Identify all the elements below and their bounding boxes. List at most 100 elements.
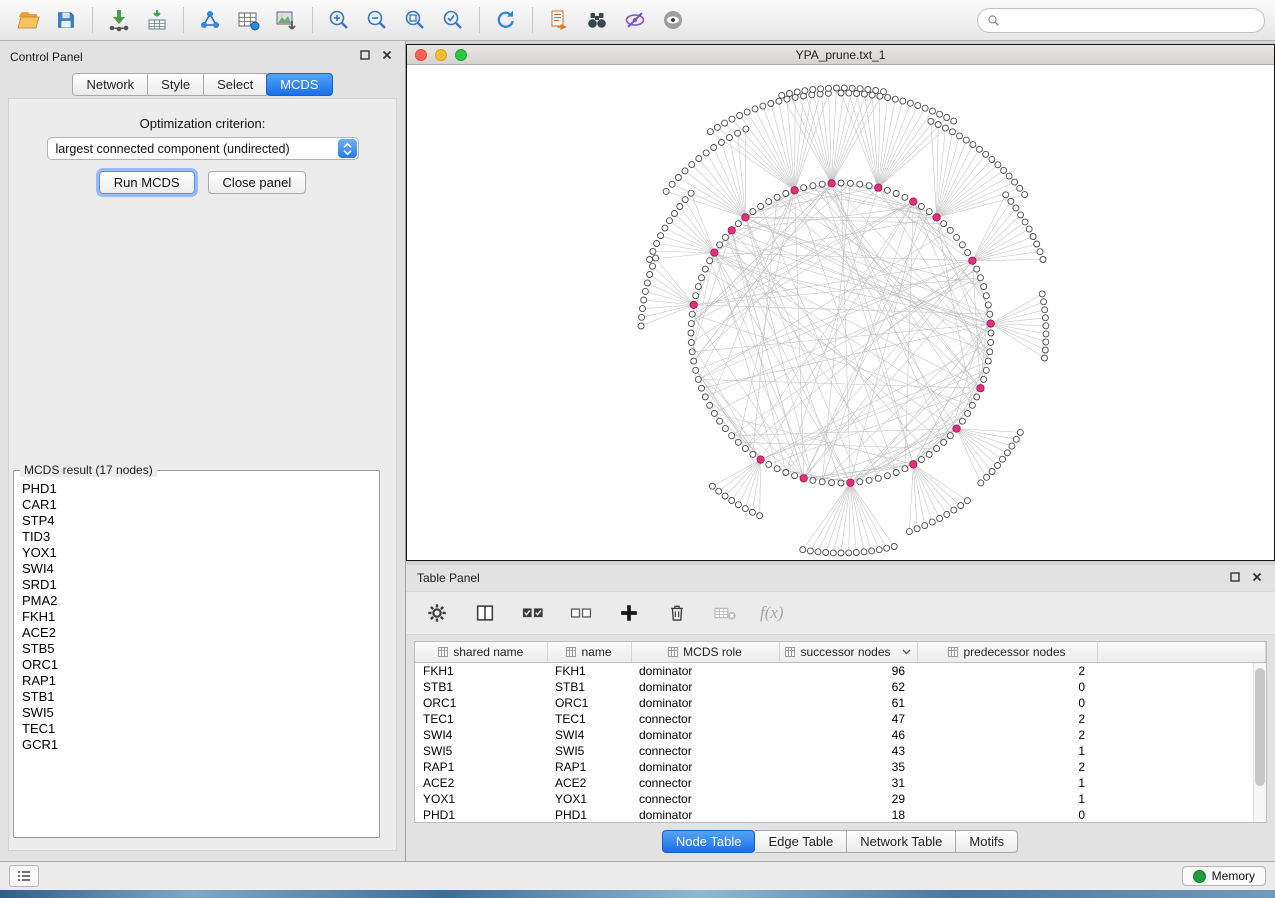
memory-label: Memory xyxy=(1212,869,1255,883)
column-header-successor-nodes[interactable]: successor nodes xyxy=(779,642,917,663)
mcds-result-item[interactable]: CAR1 xyxy=(22,497,371,513)
network-canvas[interactable] xyxy=(407,65,1274,560)
table-row[interactable]: TEC1TEC1connector472 xyxy=(415,711,1266,727)
save-icon xyxy=(55,9,77,31)
close-panel-icon[interactable] xyxy=(381,49,393,61)
minimize-window-icon[interactable] xyxy=(435,49,447,61)
memory-button[interactable]: Memory xyxy=(1182,866,1266,886)
tab-style[interactable]: Style xyxy=(148,73,204,96)
share-document-button[interactable] xyxy=(541,4,577,36)
window-traffic-lights xyxy=(415,45,467,64)
mcds-result-item[interactable]: PHD1 xyxy=(22,481,371,497)
table-row[interactable]: YOX1YOX1connector291 xyxy=(415,791,1266,807)
close-window-icon[interactable] xyxy=(415,49,427,61)
mcds-result-item[interactable]: GCR1 xyxy=(22,737,371,753)
mcds-result-item[interactable]: ORC1 xyxy=(22,657,371,673)
table-header-row: shared namenameMCDS rolesuccessor nodesp… xyxy=(415,642,1266,663)
table-toolbar: f(x) xyxy=(406,591,1275,635)
deselect-all-button[interactable] xyxy=(568,600,594,626)
close-panel-icon[interactable] xyxy=(1251,571,1263,583)
mcds-result-item[interactable]: SRD1 xyxy=(22,577,371,593)
table-row[interactable]: ACE2ACE2connector311 xyxy=(415,775,1266,791)
hide-annotations-button[interactable] xyxy=(617,4,653,36)
mcds-result-list[interactable]: PHD1CAR1STP4TID3YOX1SWI4SRD1PMA2FKH1ACE2… xyxy=(16,479,377,835)
mcds-result-item[interactable]: RAP1 xyxy=(22,673,371,689)
tab-select[interactable]: Select xyxy=(204,73,267,96)
mcds-result-title: MCDS result (17 nodes) xyxy=(20,463,157,477)
optimization-criterion-select[interactable]: largest connected component (undirected) xyxy=(47,137,359,160)
float-panel-icon[interactable] xyxy=(359,49,371,61)
column-grid-icon xyxy=(948,647,958,657)
tab-edge-table[interactable]: Edge Table xyxy=(755,830,847,853)
mcds-result-item[interactable]: PMA2 xyxy=(22,593,371,609)
table-row[interactable]: FKH1FKH1dominator962 xyxy=(415,663,1266,680)
mcds-result-group: MCDS result (17 nodes) PHD1CAR1STP4TID3Y… xyxy=(13,463,380,838)
run-mcds-button[interactable]: Run MCDS xyxy=(99,171,195,194)
column-header-name[interactable]: name xyxy=(547,642,631,663)
mcds-result-item[interactable]: TEC1 xyxy=(22,721,371,737)
toolbar-separator xyxy=(479,7,480,33)
search-box[interactable] xyxy=(977,8,1265,33)
table-scrollbar-thumb[interactable] xyxy=(1255,668,1265,786)
search-input[interactable] xyxy=(1006,12,1255,28)
open-session-button[interactable] xyxy=(10,4,46,36)
main-toolbar xyxy=(0,0,1275,41)
mcds-result-item[interactable]: SWI4 xyxy=(22,561,371,577)
save-session-button[interactable] xyxy=(48,4,84,36)
trash-icon xyxy=(667,602,687,624)
mcds-result-item[interactable]: TID3 xyxy=(22,529,371,545)
tab-motifs[interactable]: Motifs xyxy=(956,830,1018,853)
column-header-predecessor-nodes[interactable]: predecessor nodes xyxy=(917,642,1097,663)
task-history-button[interactable] xyxy=(9,865,39,887)
tab-mcds[interactable]: MCDS xyxy=(266,73,332,96)
select-all-button[interactable] xyxy=(520,600,546,626)
show-columns-button[interactable] xyxy=(472,600,498,626)
table-settings-button[interactable] xyxy=(424,600,450,626)
column-header-MCDS-role[interactable]: MCDS role xyxy=(631,642,779,663)
optimization-criterion-value: largest connected component (undirected) xyxy=(48,142,338,156)
import-table-button[interactable] xyxy=(139,4,175,36)
float-panel-icon[interactable] xyxy=(1229,571,1241,583)
table-row[interactable]: PHD1PHD1dominator180 xyxy=(415,807,1266,823)
refresh-button[interactable] xyxy=(488,4,524,36)
table-scrollbar[interactable] xyxy=(1253,663,1266,822)
show-graphics-button[interactable] xyxy=(655,4,691,36)
table-row[interactable]: SWI4SWI4dominator462 xyxy=(415,727,1266,743)
network-table-button[interactable] xyxy=(230,4,266,36)
mcds-result-item[interactable]: STP4 xyxy=(22,513,371,529)
function-builder-button[interactable]: f(x) xyxy=(760,603,784,623)
table-row[interactable]: SWI5SWI5connector431 xyxy=(415,743,1266,759)
export-image-button[interactable] xyxy=(268,4,304,36)
column-header-shared-name[interactable]: shared name xyxy=(415,642,547,663)
sort-indicator-icon xyxy=(902,649,911,655)
add-column-button[interactable] xyxy=(616,600,642,626)
zoom-out-button[interactable] xyxy=(359,4,395,36)
mcds-result-item[interactable]: STB1 xyxy=(22,689,371,705)
mcds-result-item[interactable]: FKH1 xyxy=(22,609,371,625)
mcds-result-item[interactable]: STB5 xyxy=(22,641,371,657)
table-row[interactable]: STB1STB1dominator620 xyxy=(415,679,1266,695)
table-row[interactable]: RAP1RAP1dominator352 xyxy=(415,759,1266,775)
tab-network-table[interactable]: Network Table xyxy=(847,830,956,853)
network-window-titlebar[interactable]: YPA_prune.txt_1 xyxy=(407,45,1274,65)
table-row[interactable]: ORC1ORC1dominator610 xyxy=(415,695,1266,711)
zoom-fit-button[interactable] xyxy=(397,4,433,36)
delete-table-button xyxy=(712,600,738,626)
new-network-button[interactable] xyxy=(192,4,228,36)
mcds-result-item[interactable]: YOX1 xyxy=(22,545,371,561)
import-network-button[interactable] xyxy=(101,4,137,36)
mcds-result-item[interactable]: SWI5 xyxy=(22,705,371,721)
tab-network[interactable]: Network xyxy=(72,73,148,96)
close-panel-button[interactable]: Close panel xyxy=(208,171,307,194)
maximize-window-icon[interactable] xyxy=(455,49,467,61)
tab-node-table[interactable]: Node Table xyxy=(662,830,756,853)
binoculars-button[interactable] xyxy=(579,4,615,36)
zoom-in-button[interactable] xyxy=(321,4,357,36)
delete-column-button[interactable] xyxy=(664,600,690,626)
eye-slash-icon xyxy=(623,8,647,32)
mcds-result-item[interactable]: ACE2 xyxy=(22,625,371,641)
control-tabs: NetworkStyleSelectMCDS xyxy=(0,73,405,96)
network-graph[interactable] xyxy=(407,65,1274,560)
zoom-selected-button[interactable] xyxy=(435,4,471,36)
checked-boxes-icon xyxy=(521,602,545,624)
